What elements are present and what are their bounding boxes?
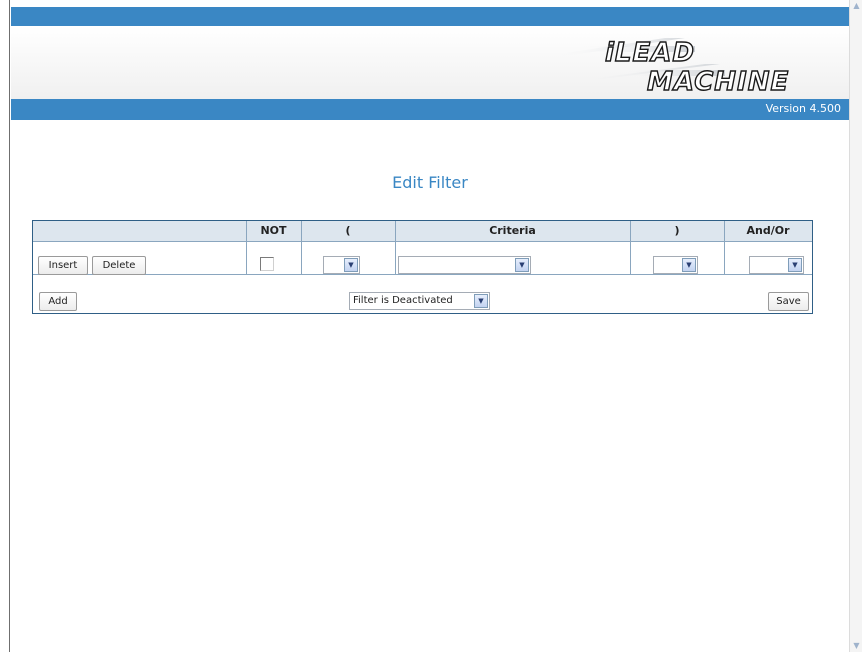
scroll-up-icon[interactable]: ▲ xyxy=(851,0,862,12)
not-checkbox[interactable] xyxy=(260,257,274,271)
open-paren-select[interactable]: ▼ xyxy=(323,256,360,274)
header-band: iLEAD MACHINE xyxy=(11,26,849,99)
window-frame-left xyxy=(0,0,10,652)
ilead-machine-logo: iLEAD MACHINE xyxy=(545,37,789,94)
insert-button[interactable]: Insert xyxy=(38,256,88,275)
column-header-open-paren: ( xyxy=(345,224,351,237)
add-button[interactable]: Add xyxy=(39,292,77,311)
column-header-close-paren: ) xyxy=(674,224,680,237)
logo-text-line1: iLEAD xyxy=(605,38,695,68)
filter-table: NOT ( Criteria ) And/Or Insert Delete ▼ … xyxy=(32,220,813,314)
save-button[interactable]: Save xyxy=(768,292,809,311)
top-bar xyxy=(11,7,849,26)
table-header-row: NOT ( Criteria ) And/Or xyxy=(33,221,812,242)
page-content: iLEAD MACHINE Version 4.500 Edit Filter … xyxy=(11,7,849,652)
column-header-not: NOT xyxy=(260,224,287,237)
column-divider xyxy=(630,221,631,275)
column-divider xyxy=(395,221,396,275)
column-header-and-or: And/Or xyxy=(746,224,790,237)
logo-text-line2: MACHINE xyxy=(647,67,789,94)
vertical-scrollbar[interactable]: ▲ ▼ xyxy=(849,0,862,652)
scroll-down-icon[interactable]: ▼ xyxy=(851,640,862,652)
column-divider xyxy=(301,221,302,275)
page-title: Edit Filter xyxy=(392,173,468,192)
close-paren-select[interactable]: ▼ xyxy=(653,256,698,274)
chevron-down-icon[interactable]: ▼ xyxy=(515,258,529,272)
column-header-actions xyxy=(33,221,246,241)
chevron-down-icon[interactable]: ▼ xyxy=(344,258,358,272)
criteria-select[interactable]: ▼ xyxy=(398,256,531,274)
column-header-criteria: Criteria xyxy=(489,224,536,237)
column-divider xyxy=(246,221,247,275)
row-divider xyxy=(33,274,812,275)
chevron-down-icon[interactable]: ▼ xyxy=(788,258,802,272)
delete-button[interactable]: Delete xyxy=(92,256,146,275)
chevron-down-icon[interactable]: ▼ xyxy=(474,294,488,308)
version-label: Version 4.500 xyxy=(765,102,841,115)
column-divider xyxy=(724,221,725,275)
filter-status-select[interactable]: Filter is Deactivated ▼ xyxy=(349,292,490,310)
chevron-down-icon[interactable]: ▼ xyxy=(682,258,696,272)
and-or-select[interactable]: ▼ xyxy=(749,256,804,274)
version-bar: Version 4.500 xyxy=(11,99,849,120)
filter-status-value: Filter is Deactivated xyxy=(353,295,453,306)
